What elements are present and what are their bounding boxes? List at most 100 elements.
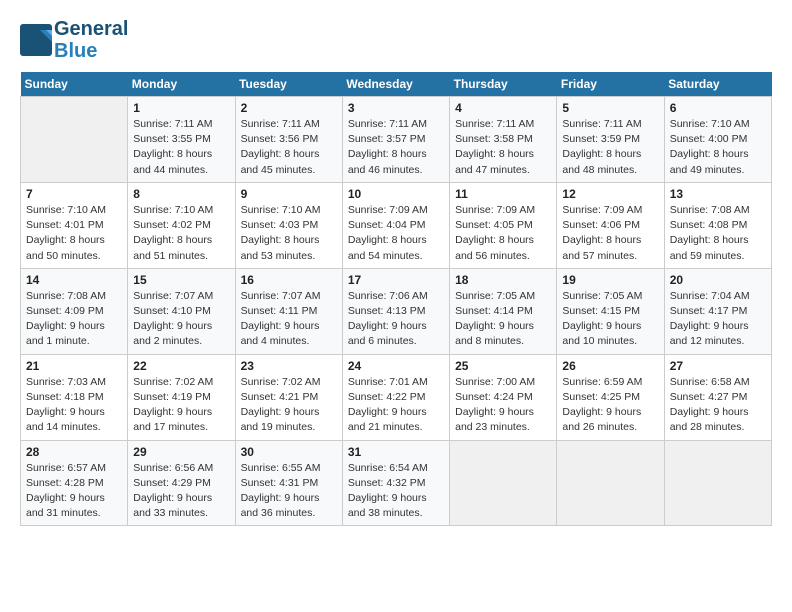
calendar-cell: 3 Sunrise: 7:11 AMSunset: 3:57 PMDaylight… xyxy=(342,97,449,183)
weekday-header-tuesday: Tuesday xyxy=(235,72,342,97)
day-number: 5 xyxy=(562,101,658,115)
day-number: 16 xyxy=(241,273,337,287)
weekday-header-monday: Monday xyxy=(128,72,235,97)
calendar-cell: 8 Sunrise: 7:10 AMSunset: 4:02 PMDaylight… xyxy=(128,182,235,268)
day-info: Sunrise: 6:58 AMSunset: 4:27 PMDaylight:… xyxy=(670,375,766,436)
calendar-week-1: 1 Sunrise: 7:11 AMSunset: 3:55 PMDaylight… xyxy=(21,97,772,183)
day-info: Sunrise: 7:10 AMSunset: 4:01 PMDaylight:… xyxy=(26,203,122,264)
day-number: 3 xyxy=(348,101,444,115)
calendar-cell: 27 Sunrise: 6:58 AMSunset: 4:27 PMDayligh… xyxy=(664,354,771,440)
day-info: Sunrise: 6:56 AMSunset: 4:29 PMDaylight:… xyxy=(133,461,229,522)
day-info: Sunrise: 7:04 AMSunset: 4:17 PMDaylight:… xyxy=(670,289,766,350)
calendar-cell: 28Sunrise: 6:57 AMSunset: 4:28 PMDayligh… xyxy=(21,440,128,526)
calendar-cell: 4Sunrise: 7:11 AMSunset: 3:58 PMDaylight… xyxy=(450,97,557,183)
header: General Blue xyxy=(20,18,772,62)
day-info: Sunrise: 7:08 AMSunset: 4:09 PMDaylight:… xyxy=(26,289,122,350)
day-info: Sunrise: 7:03 AMSunset: 4:18 PMDaylight:… xyxy=(26,375,122,436)
day-number: 18 xyxy=(455,273,551,287)
day-number: 15 xyxy=(133,273,229,287)
calendar-cell: 17Sunrise: 7:06 AMSunset: 4:13 PMDayligh… xyxy=(342,268,449,354)
weekday-header-saturday: Saturday xyxy=(664,72,771,97)
day-number: 2 xyxy=(241,101,337,115)
day-number: 30 xyxy=(241,445,337,459)
day-info: Sunrise: 7:11 AMSunset: 3:56 PMDaylight:… xyxy=(241,117,337,178)
day-number: 11 xyxy=(455,187,551,201)
logo-blue: Blue xyxy=(54,40,128,62)
day-info: Sunrise: 6:54 AMSunset: 4:32 PMDaylight:… xyxy=(348,461,444,522)
day-number: 8 xyxy=(133,187,229,201)
day-info: Sunrise: 7:10 AMSunset: 4:03 PMDaylight:… xyxy=(241,203,337,264)
day-number: 19 xyxy=(562,273,658,287)
day-info: Sunrise: 7:10 AMSunset: 4:02 PMDaylight:… xyxy=(133,203,229,264)
calendar-cell xyxy=(21,97,128,183)
calendar-body: 1 Sunrise: 7:11 AMSunset: 3:55 PMDaylight… xyxy=(21,97,772,526)
day-info: Sunrise: 6:55 AMSunset: 4:31 PMDaylight:… xyxy=(241,461,337,522)
day-info: Sunrise: 7:09 AMSunset: 4:05 PMDaylight:… xyxy=(455,203,551,264)
calendar-cell: 22 Sunrise: 7:02 AMSunset: 4:19 PMDayligh… xyxy=(128,354,235,440)
day-number: 17 xyxy=(348,273,444,287)
day-info: Sunrise: 7:11 AMSunset: 3:55 PMDaylight:… xyxy=(133,117,229,178)
day-number: 22 xyxy=(133,359,229,373)
weekday-header-thursday: Thursday xyxy=(450,72,557,97)
calendar-cell xyxy=(450,440,557,526)
page-container: General Blue SundayMondayTuesdayWednesda… xyxy=(0,0,792,536)
calendar-cell: 9 Sunrise: 7:10 AMSunset: 4:03 PMDaylight… xyxy=(235,182,342,268)
day-info: Sunrise: 7:09 AMSunset: 4:06 PMDaylight:… xyxy=(562,203,658,264)
calendar-header-row: SundayMondayTuesdayWednesdayThursdayFrid… xyxy=(21,72,772,97)
day-info: Sunrise: 7:02 AMSunset: 4:19 PMDaylight:… xyxy=(133,375,229,436)
day-number: 1 xyxy=(133,101,229,115)
day-number: 7 xyxy=(26,187,122,201)
weekday-header-sunday: Sunday xyxy=(21,72,128,97)
day-number: 10 xyxy=(348,187,444,201)
calendar-cell: 21 Sunrise: 7:03 AMSunset: 4:18 PMDayligh… xyxy=(21,354,128,440)
calendar-week-5: 28Sunrise: 6:57 AMSunset: 4:28 PMDayligh… xyxy=(21,440,772,526)
day-number: 12 xyxy=(562,187,658,201)
day-number: 21 xyxy=(26,359,122,373)
day-info: Sunrise: 6:57 AMSunset: 4:28 PMDaylight:… xyxy=(26,461,122,522)
calendar-cell: 11 Sunrise: 7:09 AMSunset: 4:05 PMDayligh… xyxy=(450,182,557,268)
calendar-cell xyxy=(557,440,664,526)
day-info: Sunrise: 7:07 AMSunset: 4:11 PMDaylight:… xyxy=(241,289,337,350)
day-info: Sunrise: 7:11 AMSunset: 3:59 PMDaylight:… xyxy=(562,117,658,178)
calendar-cell: 25 Sunrise: 7:00 AMSunset: 4:24 PMDayligh… xyxy=(450,354,557,440)
calendar-week-4: 21 Sunrise: 7:03 AMSunset: 4:18 PMDayligh… xyxy=(21,354,772,440)
day-number: 20 xyxy=(670,273,766,287)
calendar-cell: 7 Sunrise: 7:10 AMSunset: 4:01 PMDaylight… xyxy=(21,182,128,268)
logo-general: General xyxy=(54,18,128,40)
calendar-cell: 20 Sunrise: 7:04 AMSunset: 4:17 PMDayligh… xyxy=(664,268,771,354)
calendar-cell: 15 Sunrise: 7:07 AMSunset: 4:10 PMDayligh… xyxy=(128,268,235,354)
calendar-week-2: 7 Sunrise: 7:10 AMSunset: 4:01 PMDaylight… xyxy=(21,182,772,268)
day-info: Sunrise: 7:07 AMSunset: 4:10 PMDaylight:… xyxy=(133,289,229,350)
calendar-cell: 16 Sunrise: 7:07 AMSunset: 4:11 PMDayligh… xyxy=(235,268,342,354)
calendar-cell: 24Sunrise: 7:01 AMSunset: 4:22 PMDayligh… xyxy=(342,354,449,440)
day-info: Sunrise: 7:05 AMSunset: 4:14 PMDaylight:… xyxy=(455,289,551,350)
calendar-week-3: 14Sunrise: 7:08 AMSunset: 4:09 PMDayligh… xyxy=(21,268,772,354)
day-info: Sunrise: 7:10 AMSunset: 4:00 PMDaylight:… xyxy=(670,117,766,178)
logo: General Blue xyxy=(20,18,128,62)
calendar-cell: 14Sunrise: 7:08 AMSunset: 4:09 PMDayligh… xyxy=(21,268,128,354)
calendar-cell: 29 Sunrise: 6:56 AMSunset: 4:29 PMDayligh… xyxy=(128,440,235,526)
day-info: Sunrise: 7:00 AMSunset: 4:24 PMDaylight:… xyxy=(455,375,551,436)
day-info: Sunrise: 7:11 AMSunset: 3:57 PMDaylight:… xyxy=(348,117,444,178)
calendar-cell: 23Sunrise: 7:02 AMSunset: 4:21 PMDayligh… xyxy=(235,354,342,440)
calendar-cell: 6 Sunrise: 7:10 AMSunset: 4:00 PMDaylight… xyxy=(664,97,771,183)
calendar-cell: 19 Sunrise: 7:05 AMSunset: 4:15 PMDayligh… xyxy=(557,268,664,354)
day-number: 6 xyxy=(670,101,766,115)
calendar-cell: 10Sunrise: 7:09 AMSunset: 4:04 PMDayligh… xyxy=(342,182,449,268)
day-number: 25 xyxy=(455,359,551,373)
day-info: Sunrise: 7:05 AMSunset: 4:15 PMDaylight:… xyxy=(562,289,658,350)
day-info: Sunrise: 6:59 AMSunset: 4:25 PMDaylight:… xyxy=(562,375,658,436)
calendar-cell: 31Sunrise: 6:54 AMSunset: 4:32 PMDayligh… xyxy=(342,440,449,526)
calendar-cell: 2 Sunrise: 7:11 AMSunset: 3:56 PMDaylight… xyxy=(235,97,342,183)
calendar-cell: 13Sunrise: 7:08 AMSunset: 4:08 PMDayligh… xyxy=(664,182,771,268)
day-info: Sunrise: 7:11 AMSunset: 3:58 PMDaylight:… xyxy=(455,117,551,178)
weekday-header-friday: Friday xyxy=(557,72,664,97)
day-number: 27 xyxy=(670,359,766,373)
day-info: Sunrise: 7:01 AMSunset: 4:22 PMDaylight:… xyxy=(348,375,444,436)
day-number: 9 xyxy=(241,187,337,201)
day-number: 29 xyxy=(133,445,229,459)
day-number: 26 xyxy=(562,359,658,373)
calendar-cell: 26 Sunrise: 6:59 AMSunset: 4:25 PMDayligh… xyxy=(557,354,664,440)
calendar-cell: 1 Sunrise: 7:11 AMSunset: 3:55 PMDaylight… xyxy=(128,97,235,183)
logo-icon xyxy=(20,24,52,56)
